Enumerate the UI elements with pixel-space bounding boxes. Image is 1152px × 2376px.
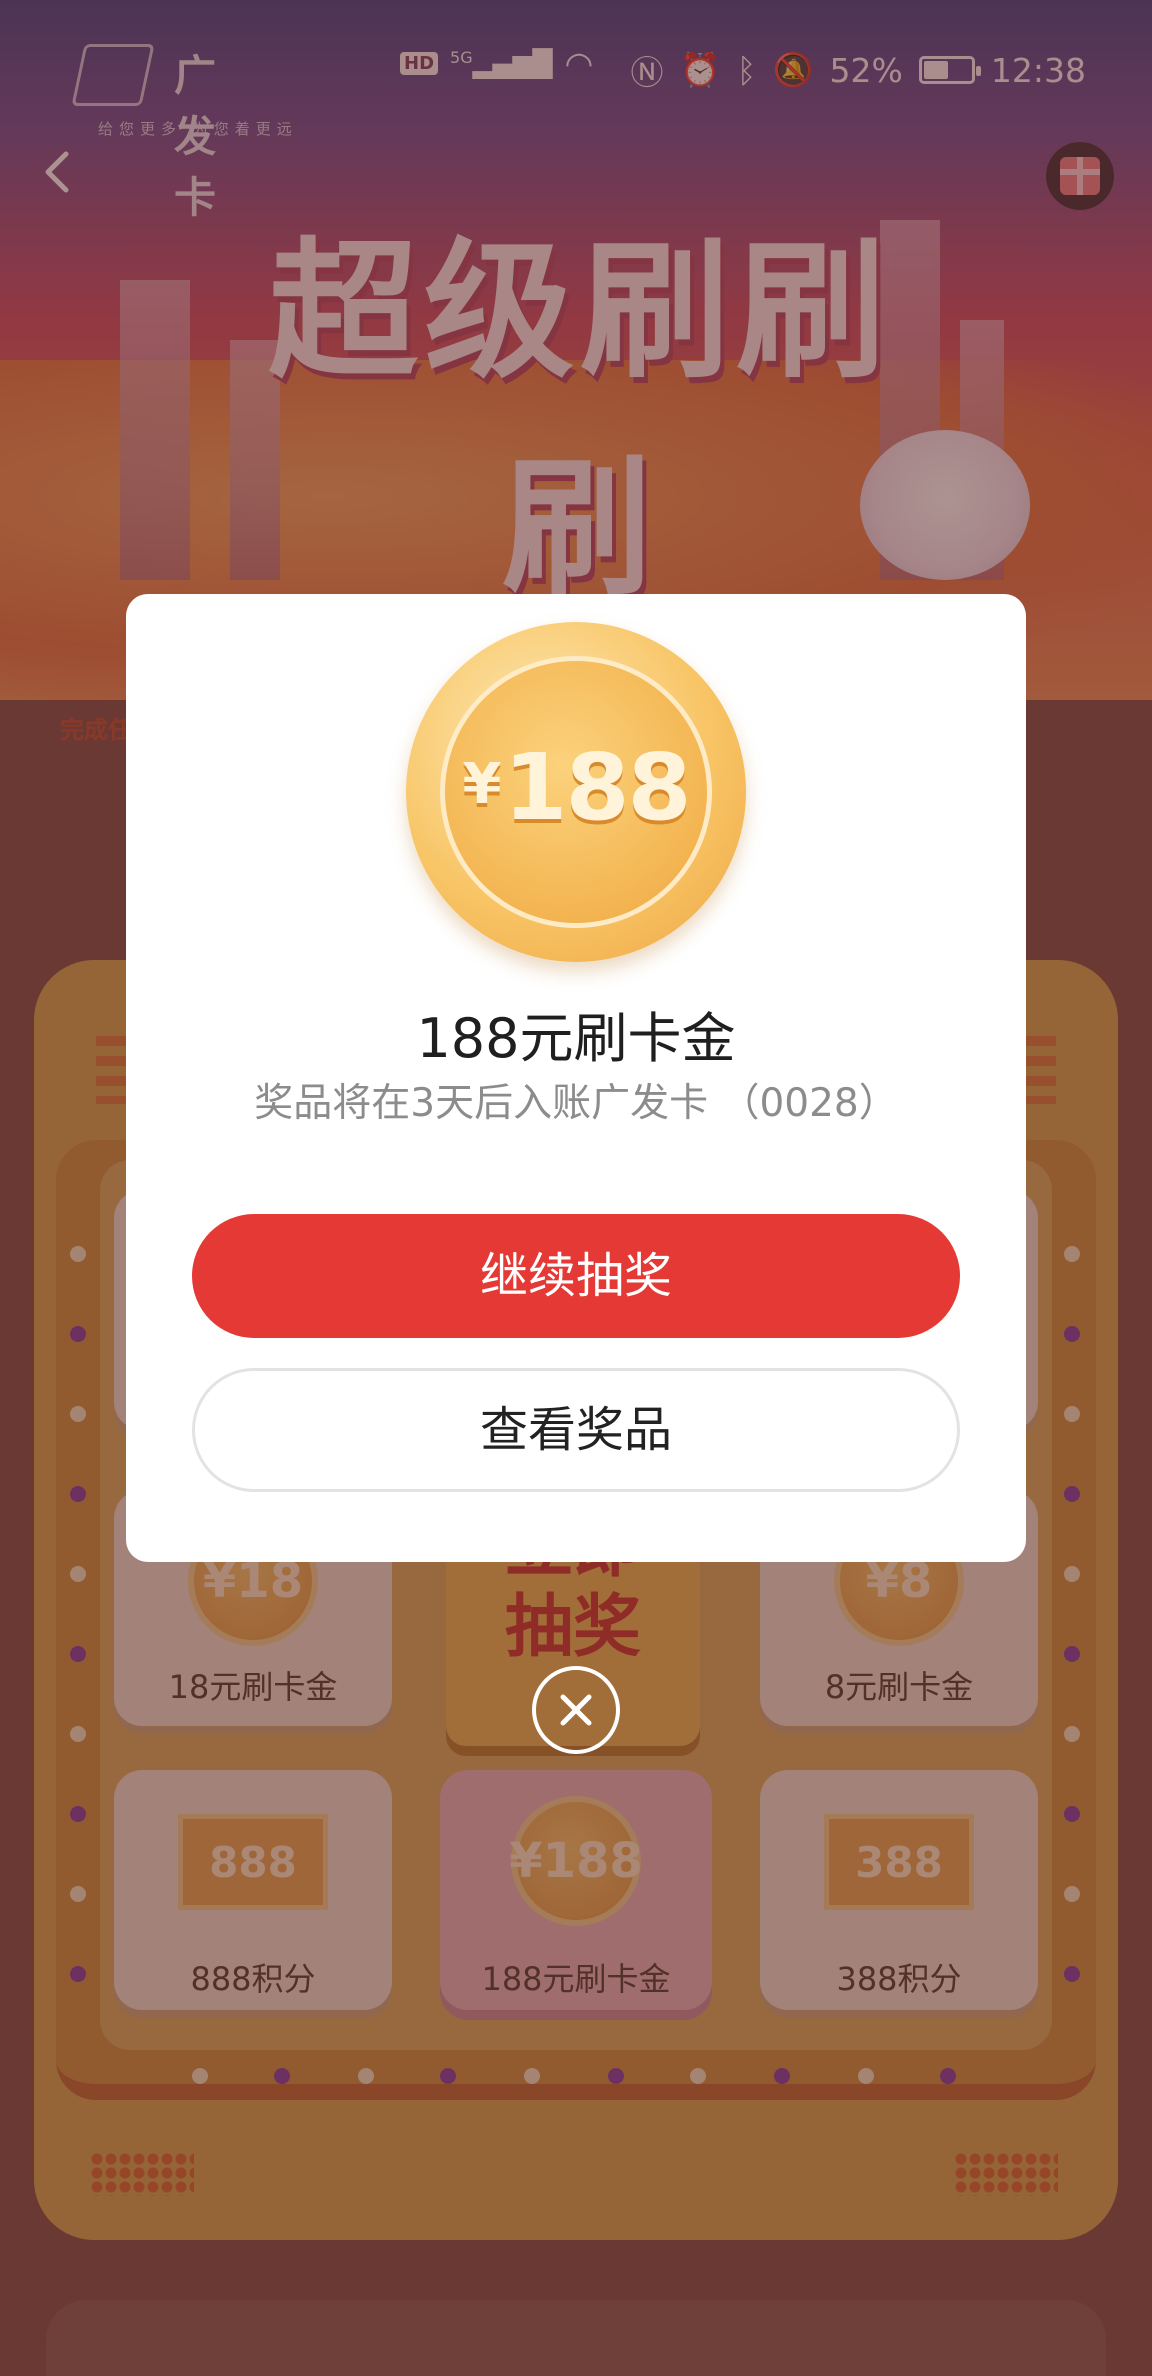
coin-currency: ¥ — [462, 752, 501, 817]
prize-result-dialog: ¥188 188元刷卡金 奖品将在3天后入账广发卡 （0028） 继续抽奖 查看… — [126, 594, 1026, 1562]
prize-subtitle: 奖品将在3天后入账广发卡 （0028） — [254, 1081, 898, 1126]
prize-coin-icon: ¥188 — [406, 622, 746, 962]
coin-amount: ¥188 — [406, 734, 746, 841]
close-icon — [560, 1694, 592, 1726]
view-prize-button[interactable]: 查看奖品 — [192, 1368, 960, 1492]
coin-value: 188 — [503, 734, 691, 841]
close-dialog-button[interactable] — [532, 1666, 620, 1754]
continue-draw-button[interactable]: 继续抽奖 — [192, 1214, 960, 1338]
prize-title: 188元刷卡金 — [416, 1007, 736, 1070]
